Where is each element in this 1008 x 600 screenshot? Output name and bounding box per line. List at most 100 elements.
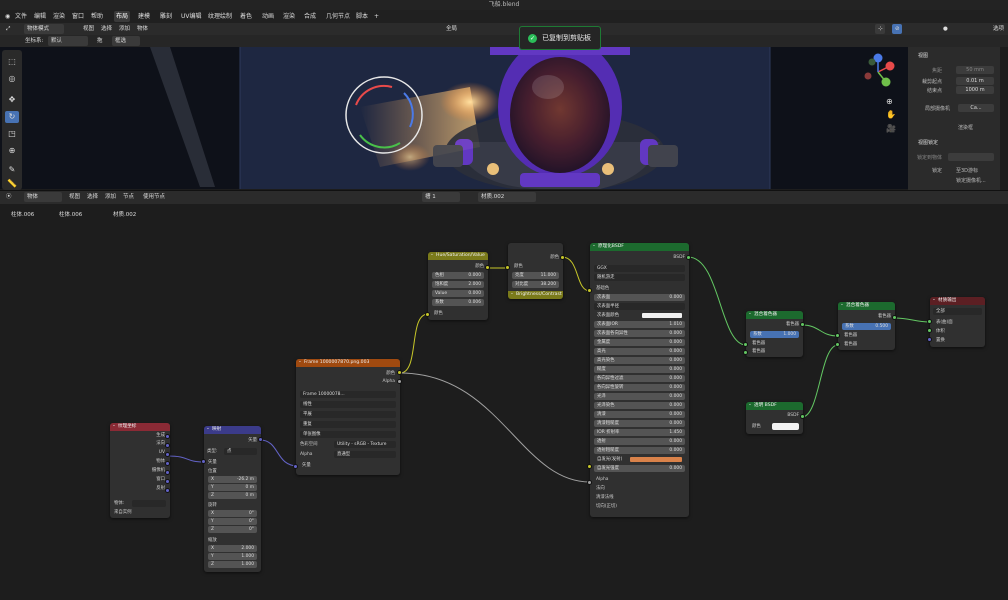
- colorspace-select[interactable]: Utility - sRGB - Texture: [334, 441, 396, 448]
- socket[interactable]: [165, 461, 170, 466]
- socket[interactable]: [165, 479, 170, 484]
- material-select[interactable]: 材质.002: [478, 192, 536, 202]
- from-instancer-checkbox[interactable]: 来自实例: [114, 509, 132, 516]
- render-region-checkbox[interactable]: 渲染框: [958, 124, 973, 131]
- tab-scripting[interactable]: 脚本: [354, 11, 370, 22]
- tab-animation[interactable]: 动画: [260, 11, 276, 22]
- menu-object[interactable]: 物体: [134, 24, 151, 34]
- move-icon[interactable]: ✥: [5, 94, 19, 106]
- node-menu-node[interactable]: 节点: [120, 192, 137, 202]
- node-brightness-contrast[interactable]: Brightness/Contrast 颜色 颜色 亮度11.000 对比度38…: [508, 243, 563, 299]
- use-nodes-checkbox[interactable]: 使用节点: [140, 192, 168, 202]
- node-hue-saturation-value[interactable]: Hue/Saturation/Value 颜色 色相0.000 饱和度2.000…: [428, 252, 488, 320]
- socket[interactable]: [165, 470, 170, 475]
- slot-select[interactable]: 槽 1: [422, 192, 460, 202]
- node-canvas[interactable]: 纹理坐标 生成 法向 UV 物体 摄像机 窗口 反射 物体: 来自实例 映射 矢…: [0, 224, 1008, 600]
- socket[interactable]: [397, 379, 402, 384]
- local-camera-field[interactable]: Ca...: [958, 104, 994, 112]
- emission-strength-field[interactable]: 自发光强度 0.000: [594, 465, 685, 472]
- gizmo-y-axis[interactable]: [881, 77, 891, 87]
- socket[interactable]: [587, 464, 592, 469]
- tab-rendering[interactable]: 渲染: [281, 11, 297, 22]
- scale-y-field[interactable]: Y 1.000: [208, 553, 257, 560]
- bsdf-input-field[interactable]: 金属度 0.000: [594, 339, 685, 346]
- transform-icon[interactable]: ⊕: [5, 145, 19, 157]
- tab-sculpt[interactable]: 雕刻: [158, 11, 174, 22]
- node-material-output[interactable]: 材质输出 全部 表(曲)面 体积 置换: [930, 297, 985, 347]
- socket[interactable]: [201, 459, 206, 464]
- type-select[interactable]: 点: [224, 448, 257, 455]
- options-menu[interactable]: 选项: [990, 24, 1007, 34]
- object-field[interactable]: [132, 500, 166, 507]
- socket[interactable]: [835, 333, 840, 338]
- projection-select[interactable]: 平展: [300, 411, 396, 418]
- rotation-x-field[interactable]: X 0°: [208, 510, 257, 517]
- interpolation-select[interactable]: 线性: [300, 401, 396, 408]
- orientation-select[interactable]: 默认: [48, 36, 88, 46]
- bsdf-input-field[interactable]: 各向异性过滤 0.000: [594, 375, 685, 382]
- clip-end-field[interactable]: 1000 m: [956, 86, 994, 94]
- factor-field[interactable]: 系数 1.000: [750, 331, 799, 338]
- bsdf-input-field[interactable]: IOR 折射率 1.450: [594, 429, 685, 436]
- editor-type-icon[interactable]: ⤢: [3, 24, 13, 34]
- color-swatch[interactable]: [642, 313, 682, 318]
- node-header[interactable]: 映射: [204, 426, 261, 434]
- bsdf-input-field[interactable]: 高光染色 0.000: [594, 357, 685, 364]
- node-image-texture[interactable]: Frame 1000007870.png.003 颜色 Alpha Frame …: [296, 359, 400, 475]
- camera-view-icon[interactable]: 🎥: [886, 124, 896, 133]
- bsdf-input-field[interactable]: 次表面各向异性 0.000: [594, 330, 685, 337]
- 3d-viewport[interactable]: [0, 47, 908, 189]
- socket[interactable]: [258, 437, 263, 442]
- socket[interactable]: [397, 370, 402, 375]
- node-header[interactable]: Brightness/Contrast: [508, 290, 563, 299]
- add-workspace-button[interactable]: +: [372, 11, 381, 22]
- node-menu-select[interactable]: 选择: [84, 192, 101, 202]
- socket[interactable]: [165, 452, 170, 457]
- image-datablock[interactable]: Frame 10000078...: [300, 391, 396, 398]
- socket[interactable]: [927, 337, 932, 342]
- brightness-field[interactable]: 亮度 11.000: [512, 272, 559, 279]
- menu-add[interactable]: 添加: [116, 24, 133, 34]
- node-header[interactable]: 混合着色器: [746, 311, 803, 319]
- bsdf-input-field[interactable]: 次表面半径: [594, 303, 685, 310]
- node-menu-view[interactable]: 视图: [66, 192, 83, 202]
- node-mix-shader-1[interactable]: 混合着色器 着色器 系数1.000 着色器 着色器: [746, 311, 803, 357]
- rotate-icon[interactable]: ↻: [5, 111, 19, 123]
- node-header[interactable]: 透明 BSDF: [746, 402, 803, 410]
- menu-file[interactable]: 文件: [13, 11, 29, 22]
- annotate-icon[interactable]: ✎: [5, 164, 19, 176]
- node-menu-add[interactable]: 添加: [102, 192, 119, 202]
- socket[interactable]: [165, 443, 170, 448]
- scale-icon[interactable]: ◳: [5, 128, 19, 140]
- socket[interactable]: [743, 350, 748, 355]
- node-header[interactable]: Frame 1000007870.png.003: [296, 359, 400, 367]
- socket[interactable]: [485, 265, 490, 270]
- node-header[interactable]: Hue/Saturation/Value: [428, 252, 488, 260]
- blender-logo-icon[interactable]: ◉: [3, 11, 12, 22]
- bsdf-input-field[interactable]: 次表面 0.000: [594, 294, 685, 301]
- node-transparent-bsdf[interactable]: 透明 BSDF BSDF 颜色: [746, 402, 803, 434]
- factor-field[interactable]: 系数 0.500: [842, 323, 891, 330]
- extension-select[interactable]: 重复: [300, 421, 396, 428]
- menu-help[interactable]: 帮助: [89, 11, 105, 22]
- zoom-icon[interactable]: ⊕: [886, 97, 893, 106]
- editor-type-icon[interactable]: ⦿: [3, 192, 15, 202]
- sss-method-select[interactable]: 随机游走: [594, 274, 685, 281]
- socket[interactable]: [892, 315, 897, 320]
- tab-shading[interactable]: 着色: [238, 11, 254, 22]
- socket[interactable]: [800, 322, 805, 327]
- measure-icon[interactable]: 📏: [5, 178, 19, 190]
- menu-view[interactable]: 视图: [80, 24, 97, 34]
- orientation-global-select[interactable]: 全局: [443, 24, 460, 34]
- cursor-icon[interactable]: ◎: [5, 73, 19, 85]
- clip-start-field[interactable]: 0.01 m: [956, 77, 994, 85]
- distribution-select[interactable]: GGX: [594, 265, 685, 272]
- saturation-field[interactable]: 饱和度 2.000: [432, 281, 484, 288]
- socket[interactable]: [165, 434, 170, 439]
- shader-type-select[interactable]: 物体: [24, 192, 62, 202]
- socket[interactable]: [927, 328, 932, 333]
- socket[interactable]: [800, 414, 805, 419]
- bsdf-input-field[interactable]: 光泽 0.000: [594, 393, 685, 400]
- select-box-icon[interactable]: ⬚: [5, 56, 19, 68]
- gizmo-toggle-icon[interactable]: ⊹: [875, 24, 885, 34]
